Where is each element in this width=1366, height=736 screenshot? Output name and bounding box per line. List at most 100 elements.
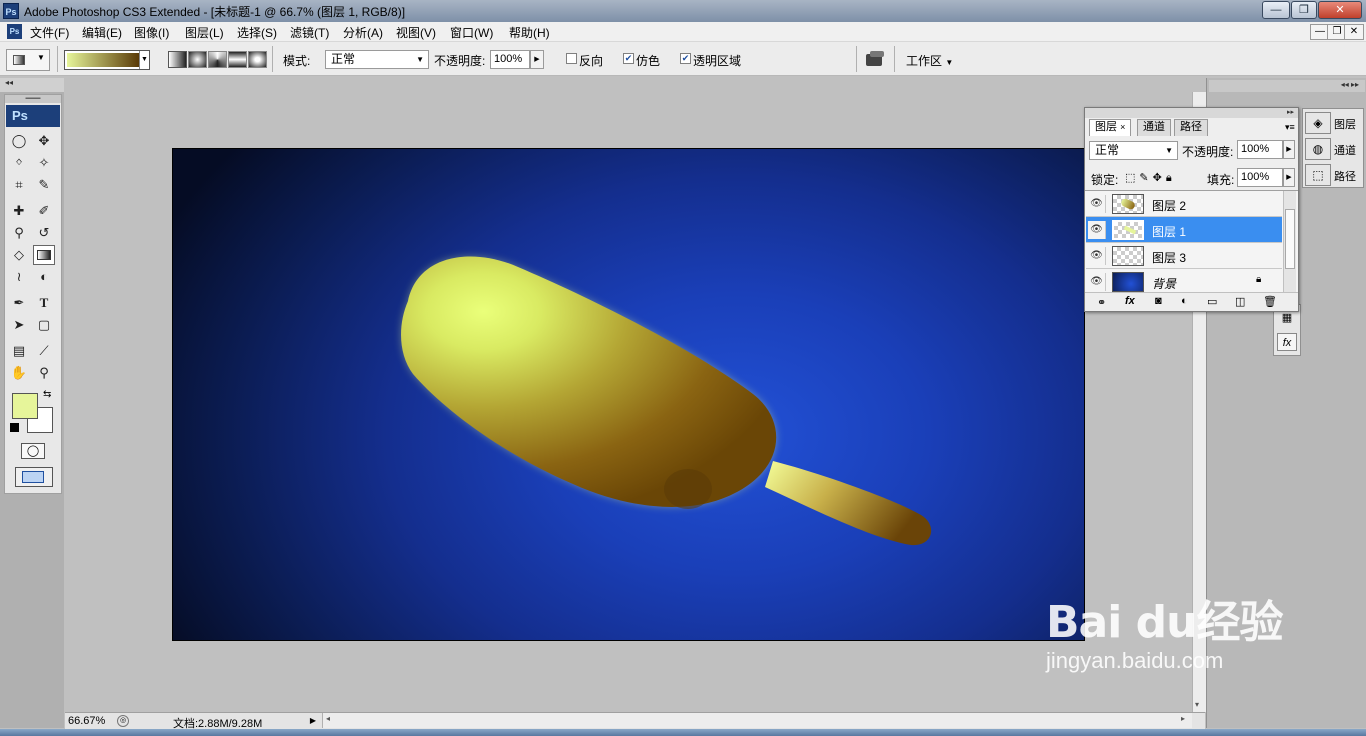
layer-list-scrollbar[interactable] [1283, 191, 1296, 293]
move-tool-icon[interactable]: ✥ [33, 131, 55, 151]
channels-dock-icon[interactable]: ◍ [1305, 138, 1331, 160]
menu-window[interactable]: 窗口(W) [450, 24, 493, 41]
type-tool-icon[interactable]: T [33, 293, 55, 313]
opacity-slider-button[interactable]: ▶ [530, 50, 544, 69]
panel-menu-icon[interactable]: ▾≡ [1285, 122, 1295, 133]
marquee-tool-icon[interactable]: ◯ [8, 131, 30, 151]
transparency-checkbox[interactable]: ✔ [680, 53, 691, 64]
adjustment-layer-icon[interactable]: ◐ [1181, 295, 1188, 307]
linear-gradient-icon[interactable] [168, 51, 187, 68]
magic-wand-icon[interactable]: ✧ [33, 153, 55, 173]
layers-dock-icon[interactable]: ◈ [1305, 112, 1331, 134]
hand-tool-icon[interactable]: ✋ [8, 363, 30, 383]
fx-icon[interactable]: fx [1125, 295, 1135, 307]
link-layers-icon[interactable]: ⚭ [1097, 296, 1106, 309]
toolbox-grip[interactable]: ▬▬▬ [5, 95, 61, 103]
lock-options[interactable]: ⬚✎✥🔒︎ [1125, 171, 1176, 185]
default-colors-icon[interactable] [10, 423, 19, 432]
layer-row[interactable]: 👁︎ 背景 🔒︎ [1086, 269, 1282, 293]
quick-mask-icon[interactable]: ◯ [21, 443, 45, 459]
dither-checkbox[interactable]: ✔ [623, 53, 634, 64]
lock-position-icon[interactable]: ✥ [1153, 172, 1166, 184]
tool-preset-picker[interactable]: ▼ [6, 49, 50, 71]
menu-layer[interactable]: 图层(L) [185, 24, 224, 41]
blur-tool-icon[interactable]: ≀ [8, 267, 30, 287]
pen-tool-icon[interactable]: ✒ [8, 293, 30, 313]
reflected-gradient-icon[interactable] [228, 51, 247, 68]
close-icon[interactable]: × [1120, 122, 1125, 132]
add-mask-icon[interactable]: ◙ [1155, 295, 1162, 307]
mode-select[interactable]: 正常 ▼ [325, 50, 429, 69]
menu-edit[interactable]: 编辑(E) [82, 24, 122, 41]
delete-layer-icon[interactable]: 🗑︎ [1263, 295, 1277, 308]
diamond-gradient-icon[interactable] [248, 51, 267, 68]
close-button[interactable]: ✕ [1318, 1, 1362, 19]
history-brush-icon[interactable]: ↺ [33, 223, 55, 243]
blend-mode-select[interactable]: 正常 ▼ [1089, 141, 1178, 160]
minimize-button[interactable]: — [1262, 1, 1290, 19]
gradient-picker[interactable]: ▼ [64, 50, 150, 70]
angle-gradient-icon[interactable] [208, 51, 227, 68]
stamp-tool-icon[interactable]: ⚲ [8, 223, 30, 243]
healing-brush-icon[interactable]: ✚ [8, 201, 30, 221]
eraser-tool-icon[interactable]: ◇ [8, 245, 30, 265]
eye-icon[interactable]: 👁︎ [1088, 195, 1106, 213]
lock-transparency-icon[interactable]: ⬚ [1125, 172, 1139, 184]
path-select-icon[interactable]: ➤ [8, 315, 30, 335]
eyedropper-icon[interactable]: ⟋ [33, 341, 55, 361]
menu-analysis[interactable]: 分析(A) [343, 24, 383, 41]
dock-paths-label[interactable]: 路径 [1334, 168, 1356, 184]
lasso-tool-icon[interactable]: ᛜ [8, 153, 30, 173]
dock-collapse-bar[interactable]: ◂◂ ▸▸ [1209, 80, 1365, 92]
new-group-icon[interactable]: ▭ [1207, 295, 1217, 308]
doc-close-button[interactable]: ✕ [1344, 24, 1364, 40]
scroll-down-icon[interactable]: ▾ [1195, 700, 1199, 709]
foreground-color-swatch[interactable] [12, 393, 38, 419]
layer-row-selected[interactable]: 👁︎ 图层 1 [1086, 217, 1282, 243]
fill-input[interactable]: 100% [1237, 168, 1283, 187]
lock-all-icon[interactable]: 🔒︎ [1166, 172, 1176, 184]
zoom-level[interactable]: 66.67% [68, 715, 105, 727]
screen-mode-button[interactable] [15, 467, 53, 487]
bridge-icon[interactable] [864, 51, 888, 69]
menu-view[interactable]: 视图(V) [396, 24, 436, 41]
menu-image[interactable]: 图像(I) [134, 24, 169, 41]
opacity-input[interactable]: 100% [490, 50, 530, 69]
layer-opacity-slider[interactable]: ▶ [1283, 140, 1295, 159]
lock-pixels-icon[interactable]: ✎ [1139, 172, 1152, 184]
workspace-button[interactable]: 工作区 ▼ [906, 52, 953, 69]
styles-fx-icon[interactable]: fx [1277, 333, 1297, 351]
tab-paths[interactable]: 路径 [1174, 119, 1208, 136]
menu-file[interactable]: 文件(F) [30, 24, 69, 41]
status-menu-arrow-icon[interactable]: ▶ [307, 714, 319, 728]
document-icon[interactable]: Ps [7, 24, 22, 39]
menu-filter[interactable]: 滤镜(T) [290, 24, 329, 41]
dock-channels-label[interactable]: 通道 [1334, 142, 1356, 158]
scroll-thumb[interactable] [1285, 209, 1295, 269]
fill-slider[interactable]: ▶ [1283, 168, 1295, 187]
menu-help[interactable]: 帮助(H) [509, 24, 550, 41]
gradient-tool-icon[interactable] [33, 245, 55, 265]
notes-tool-icon[interactable]: ▤ [8, 341, 30, 361]
status-info-icon[interactable]: ◎ [117, 715, 129, 727]
scroll-right-icon[interactable]: ▸ [1181, 714, 1185, 723]
dodge-tool-icon[interactable]: ◐ [33, 267, 55, 287]
tab-channels[interactable]: 通道 [1137, 119, 1171, 136]
swap-colors-icon[interactable]: ⇆ [43, 389, 51, 400]
tab-layers[interactable]: 图层 × [1089, 119, 1132, 136]
eye-icon[interactable]: 👁︎ [1088, 247, 1106, 265]
layer-row[interactable]: 👁︎ 图层 2 [1086, 191, 1282, 217]
eye-icon[interactable]: 👁︎ [1088, 221, 1106, 239]
paths-dock-icon[interactable]: ⬚ [1305, 164, 1331, 186]
scroll-left-icon[interactable]: ◂ [326, 714, 330, 723]
new-layer-icon[interactable]: ◫ [1235, 295, 1245, 308]
document-canvas[interactable] [172, 148, 1085, 641]
eye-icon[interactable]: 👁︎ [1088, 273, 1106, 291]
radial-gradient-icon[interactable] [188, 51, 207, 68]
crop-tool-icon[interactable]: ⌗ [8, 175, 30, 195]
maximize-button[interactable]: ❐ [1291, 1, 1317, 19]
toolbox-collapse-bar[interactable]: ◂◂ [0, 78, 64, 92]
brush-tool-icon[interactable]: ✐ [33, 201, 55, 221]
panel-collapse-bar[interactable]: ▸▸ [1085, 108, 1298, 118]
shape-tool-icon[interactable]: ▢ [33, 315, 55, 335]
